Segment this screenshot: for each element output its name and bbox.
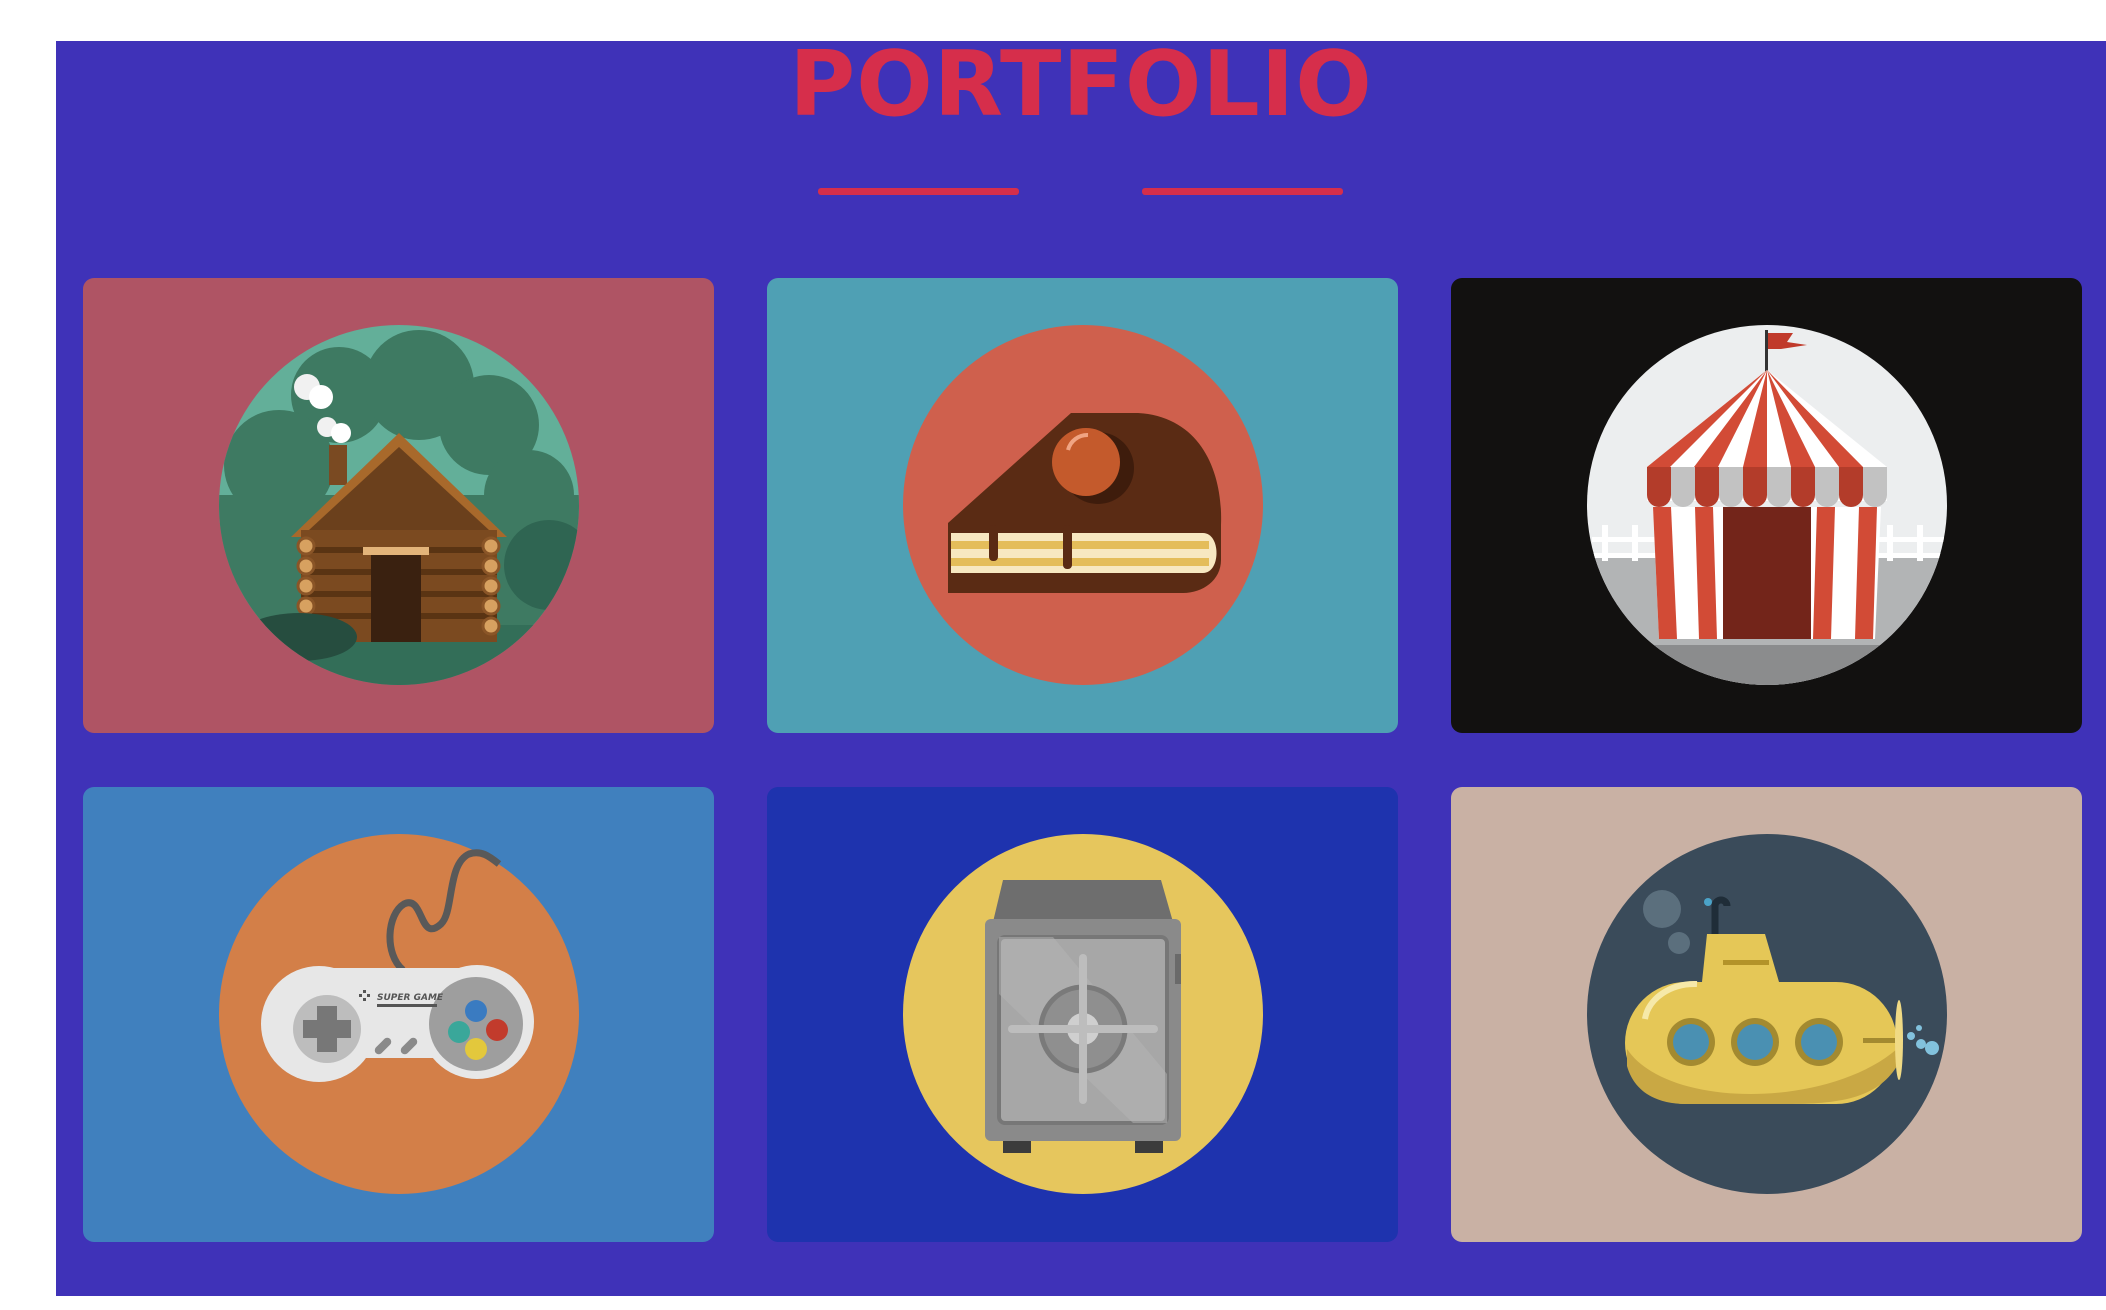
portfolio-section: PORTFOLIO SUPER GAME bbox=[56, 32, 2106, 1296]
portfolio-item-cabin[interactable] bbox=[83, 278, 714, 733]
cake-slice-icon bbox=[903, 325, 1263, 685]
title-divider-right bbox=[1142, 188, 1343, 195]
game-controller-icon: SUPER GAME bbox=[219, 834, 579, 1194]
portfolio-item-cake[interactable] bbox=[767, 278, 1398, 733]
controller-brand-label: SUPER GAME bbox=[377, 993, 444, 1003]
log-cabin-icon bbox=[219, 325, 579, 685]
safe-icon bbox=[903, 834, 1263, 1194]
page-title: PORTFOLIO bbox=[789, 32, 1373, 137]
title-divider-left bbox=[818, 188, 1019, 195]
portfolio-item-submarine[interactable] bbox=[1451, 787, 2082, 1242]
submarine-icon bbox=[1587, 834, 1947, 1194]
circus-tent-icon bbox=[1587, 325, 1947, 685]
portfolio-item-circus[interactable] bbox=[1451, 278, 2082, 733]
portfolio-item-controller[interactable]: SUPER GAME bbox=[83, 787, 714, 1242]
portfolio-item-safe[interactable] bbox=[767, 787, 1398, 1242]
